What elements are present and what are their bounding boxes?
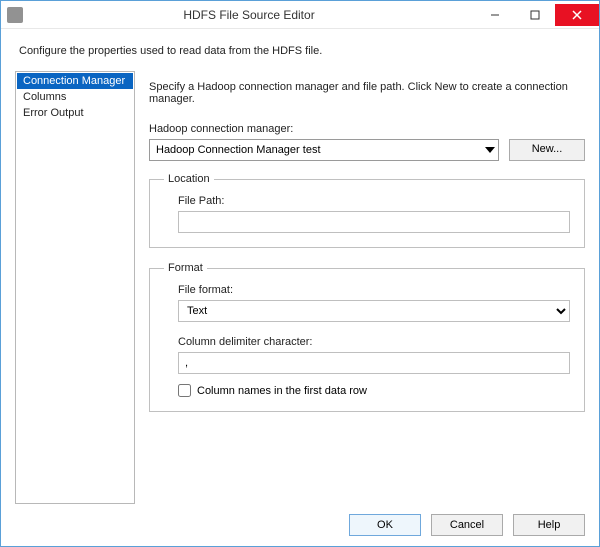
new-button[interactable]: New...: [509, 139, 585, 161]
delimiter-label: Column delimiter character:: [178, 336, 570, 348]
maximize-icon: [530, 10, 540, 20]
dialog-button-bar: OK Cancel Help: [15, 504, 585, 536]
body-columns: Connection Manager Columns Error Output …: [15, 71, 585, 504]
conn-manager-label: Hadoop connection manager:: [149, 123, 585, 135]
firstrow-label: Column names in the first data row: [197, 385, 367, 397]
sidebar-item-columns[interactable]: Columns: [17, 89, 133, 105]
location-legend: Location: [164, 173, 214, 185]
conn-manager-dropdown[interactable]: Hadoop Connection Manager test: [149, 139, 499, 161]
format-legend: Format: [164, 262, 207, 274]
app-icon: [7, 7, 23, 23]
location-group: Location File Path:: [149, 173, 585, 248]
firstrow-checkbox-row[interactable]: Column names in the first data row: [178, 384, 570, 397]
close-icon: [572, 10, 582, 20]
delimiter-input[interactable]: [178, 352, 570, 374]
dialog-body: Configure the properties used to read da…: [1, 29, 599, 546]
fileformat-select[interactable]: Text: [178, 300, 570, 322]
minimize-icon: [490, 10, 500, 20]
window-controls: [475, 4, 599, 26]
dialog-description: Configure the properties used to read da…: [19, 45, 585, 57]
minimize-button[interactable]: [475, 4, 515, 26]
close-button[interactable]: [555, 4, 599, 26]
help-button[interactable]: Help: [513, 514, 585, 536]
filepath-label: File Path:: [178, 195, 570, 207]
fileformat-label: File format:: [178, 284, 570, 296]
sidebar-item-error-output[interactable]: Error Output: [17, 105, 133, 121]
sidebar-item-label: Columns: [23, 91, 66, 103]
titlebar: HDFS File Source Editor: [1, 1, 599, 29]
panel-instruction: Specify a Hadoop connection manager and …: [149, 81, 585, 105]
main-panel: Specify a Hadoop connection manager and …: [149, 71, 585, 504]
ok-button[interactable]: OK: [349, 514, 421, 536]
sidebar: Connection Manager Columns Error Output: [15, 71, 135, 504]
sidebar-item-connection-manager[interactable]: Connection Manager: [17, 73, 133, 89]
conn-manager-value: Hadoop Connection Manager test: [156, 144, 321, 156]
window-title: HDFS File Source Editor: [23, 8, 475, 22]
chevron-down-icon: [485, 147, 495, 153]
sidebar-item-label: Error Output: [23, 107, 84, 119]
firstrow-checkbox[interactable]: [178, 384, 191, 397]
filepath-input[interactable]: [178, 211, 570, 233]
dialog-window: HDFS File Source Editor Configure the pr…: [0, 0, 600, 547]
format-group: Format File format: Text Column delimite…: [149, 262, 585, 412]
maximize-button[interactable]: [515, 4, 555, 26]
sidebar-item-label: Connection Manager: [23, 75, 125, 87]
cancel-button[interactable]: Cancel: [431, 514, 503, 536]
